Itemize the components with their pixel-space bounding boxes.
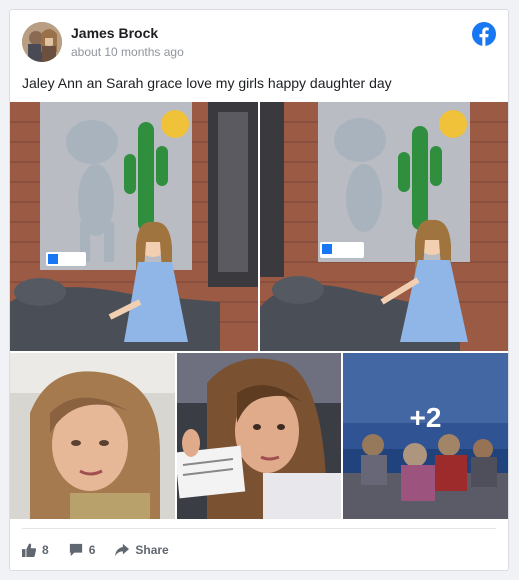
photo-more[interactable]: +2 bbox=[343, 353, 508, 519]
avatar[interactable] bbox=[22, 22, 62, 62]
comment-bubble-icon bbox=[69, 543, 82, 557]
share-button[interactable]: Share bbox=[115, 543, 169, 557]
photo-selfie-1[interactable] bbox=[10, 353, 175, 519]
more-photos-overlay: +2 bbox=[343, 353, 508, 519]
post-header: James Brock about 10 months ago bbox=[22, 22, 496, 66]
post-text: Jaley Ann an Sarah grace love my girls h… bbox=[22, 75, 392, 91]
comment-button[interactable]: 6 bbox=[69, 543, 96, 557]
share-label: Share bbox=[135, 543, 169, 557]
comment-count: 6 bbox=[88, 543, 96, 557]
thumbs-up-icon bbox=[22, 543, 36, 557]
post-actions: 8 6 Share bbox=[22, 540, 189, 560]
share-arrow-icon bbox=[115, 543, 130, 557]
post-card: James Brock about 10 months ago Jaley An… bbox=[9, 9, 509, 571]
photo-selfie-with-paper[interactable] bbox=[177, 353, 341, 519]
like-count: 8 bbox=[42, 543, 49, 557]
facebook-icon[interactable] bbox=[472, 22, 496, 46]
post-timestamp[interactable]: about 10 months ago bbox=[71, 45, 184, 59]
author-name[interactable]: James Brock bbox=[71, 25, 158, 41]
photo-girl-on-donkey-2[interactable] bbox=[260, 102, 508, 351]
photo-grid: +2 bbox=[10, 102, 508, 519]
like-button[interactable]: 8 bbox=[22, 543, 49, 557]
photo-girl-on-donkey-1[interactable] bbox=[10, 102, 258, 351]
more-photos-count: +2 bbox=[409, 402, 442, 433]
footer-divider bbox=[22, 528, 496, 529]
